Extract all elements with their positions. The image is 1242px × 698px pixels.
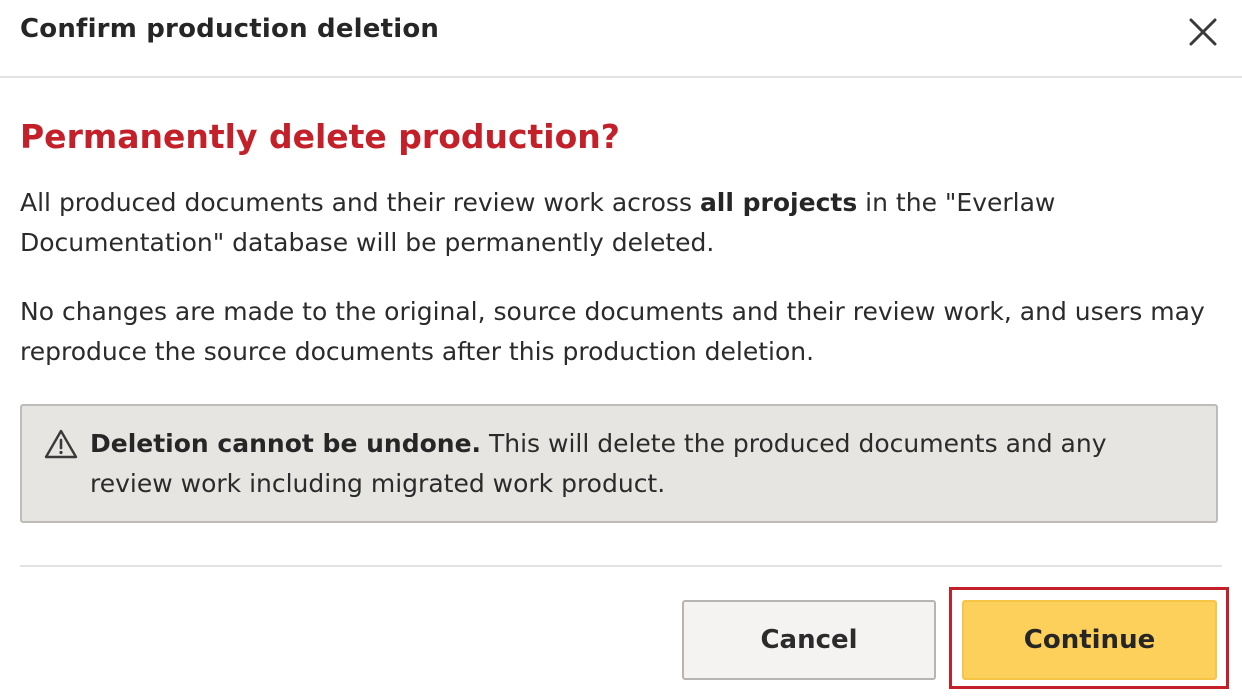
dialog-body: Permanently delete production? All produ… xyxy=(0,115,1242,523)
paragraph1-bold-text: all projects xyxy=(699,188,858,217)
close-icon xyxy=(1189,18,1217,46)
warning-text: Deletion cannot be undone. This will del… xyxy=(90,424,1192,504)
footer-divider xyxy=(20,565,1222,567)
confirm-production-deletion-dialog: Confirm production deletion Permanently … xyxy=(0,0,1242,698)
warning-bold-text: Deletion cannot be undone. xyxy=(90,429,482,458)
description-paragraph-1: All produced documents and their review … xyxy=(20,183,1222,263)
danger-heading: Permanently delete production? xyxy=(20,117,620,156)
dialog-title: Confirm production deletion xyxy=(20,14,440,44)
paragraph1-text-before: All produced documents and their review … xyxy=(20,188,700,217)
continue-button[interactable]: Continue xyxy=(962,600,1217,680)
description-paragraph-2: No changes are made to the original, sou… xyxy=(20,297,1205,366)
dialog-header: Confirm production deletion xyxy=(0,0,1242,78)
close-button[interactable] xyxy=(1186,15,1220,49)
warning-callout: Deletion cannot be undone. This will del… xyxy=(20,404,1218,523)
cancel-button[interactable]: Cancel xyxy=(682,600,936,680)
warning-triangle-icon xyxy=(44,429,78,459)
